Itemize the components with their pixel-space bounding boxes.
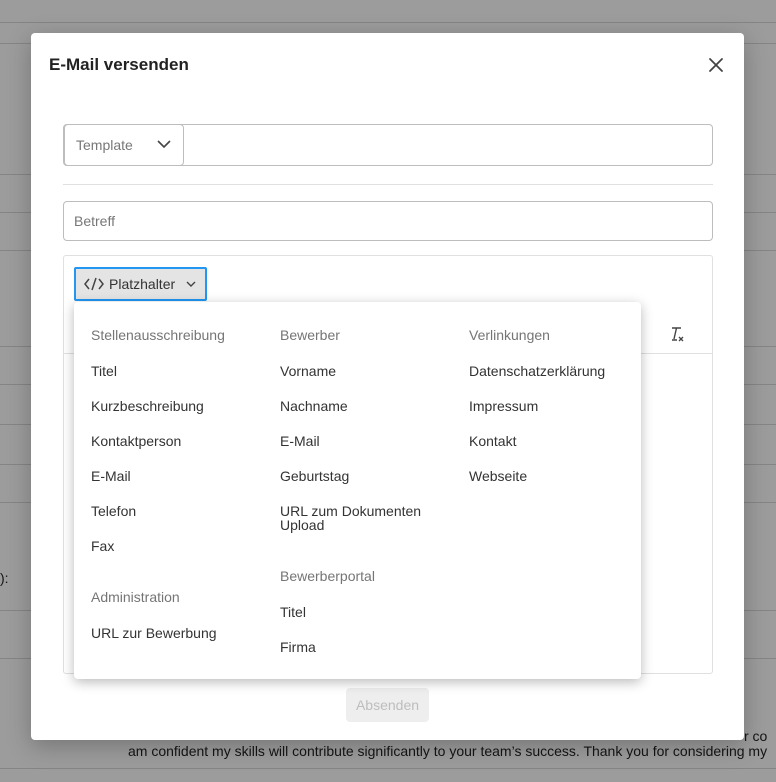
menu-item-stelle-email[interactable]: E-Mail xyxy=(91,469,261,483)
menu-item-stelle-telefon[interactable]: Telefon xyxy=(91,504,261,518)
group-title-bewerber: Bewerber xyxy=(280,327,340,343)
template-row: Template xyxy=(63,124,713,166)
group-title-stellenausschreibung: Stellenausschreibung xyxy=(91,327,225,343)
chevron-down-icon xyxy=(186,281,196,287)
group-title-administration: Administration xyxy=(91,589,180,605)
close-button[interactable] xyxy=(706,55,726,75)
menu-item-bewerber-geburtstag[interactable]: Geburtstag xyxy=(280,469,450,483)
menu-item-admin-url-bewerbung[interactable]: URL zur Bewerbung xyxy=(91,626,261,640)
close-icon xyxy=(709,58,723,72)
template-select-label: Template xyxy=(76,137,133,153)
menu-item-portal-titel[interactable]: Titel xyxy=(280,605,450,619)
placeholder-button[interactable]: Platzhalter xyxy=(74,267,207,301)
clear-format-icon[interactable] xyxy=(669,325,685,347)
menu-item-stelle-kurzbeschreibung[interactable]: Kurzbeschreibung xyxy=(91,399,261,413)
send-button[interactable]: Absenden xyxy=(346,688,429,722)
menu-item-portal-firma[interactable]: Firma xyxy=(280,640,450,654)
menu-item-bewerber-vorname[interactable]: Vorname xyxy=(280,364,450,378)
chevron-down-icon xyxy=(157,140,171,149)
menu-item-link-webseite[interactable]: Webseite xyxy=(469,469,639,483)
code-icon xyxy=(84,277,104,291)
menu-item-stelle-kontaktperson[interactable]: Kontaktperson xyxy=(91,434,261,448)
template-select[interactable]: Template xyxy=(64,124,184,166)
menu-item-stelle-fax[interactable]: Fax xyxy=(91,539,261,553)
menu-item-link-kontakt[interactable]: Kontakt xyxy=(469,434,639,448)
section-divider xyxy=(63,184,713,185)
placeholder-button-label: Platzhalter xyxy=(109,276,176,292)
subject-input[interactable] xyxy=(63,201,713,241)
group-title-bewerberportal: Bewerberportal xyxy=(280,568,375,584)
placeholder-dropdown-menu: Stellenausschreibung Titel Kurzbeschreib… xyxy=(74,302,641,679)
menu-item-bewerber-nachname[interactable]: Nachname xyxy=(280,399,450,413)
dialog-title: E-Mail versenden xyxy=(49,55,189,74)
menu-item-link-datenschutz[interactable]: Datenschatzerklärung xyxy=(469,364,639,378)
menu-item-link-impressum[interactable]: Impressum xyxy=(469,399,639,413)
menu-item-stelle-titel[interactable]: Titel xyxy=(91,364,261,378)
menu-item-bewerber-url-upload[interactable]: URL zum Dokumenten Upload xyxy=(280,504,430,532)
menu-item-bewerber-email[interactable]: E-Mail xyxy=(280,434,450,448)
group-title-verlinkungen: Verlinkungen xyxy=(469,327,550,343)
